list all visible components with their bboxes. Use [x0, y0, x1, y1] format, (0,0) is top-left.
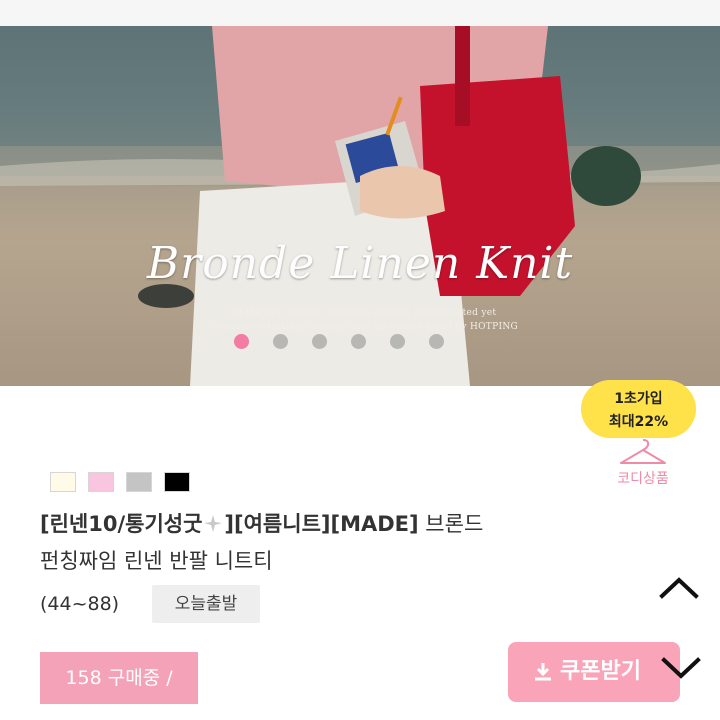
- product-title-line1: [린넨10/통기성굿 ][여름니트][MADE] 브론드: [40, 508, 483, 538]
- product-title-rest: 브론드: [418, 512, 484, 536]
- coupon-download-button[interactable]: 쿠폰받기: [508, 642, 680, 702]
- slide-dot-5[interactable]: [390, 334, 405, 349]
- product-banner[interactable]: Bronde Linen Knit in the new season, car…: [0, 26, 720, 386]
- slide-dot-6[interactable]: [429, 334, 444, 349]
- slide-dot-3[interactable]: [312, 334, 327, 349]
- size-range: (44~88): [40, 593, 120, 615]
- swatch-gray[interactable]: [126, 472, 152, 492]
- banner-title: Bronde Linen Knit: [146, 238, 574, 289]
- shipping-badge: 오늘출발: [152, 585, 260, 623]
- swatch-black[interactable]: [164, 472, 190, 492]
- slide-dot-2[interactable]: [273, 334, 288, 349]
- swatch-pink[interactable]: [88, 472, 114, 492]
- banner-photo: [0, 26, 720, 386]
- product-title-bold-tail: ][여름니트][MADE]: [224, 512, 419, 536]
- sparkle-icon: [204, 515, 223, 532]
- slide-dot-4[interactable]: [351, 334, 366, 349]
- download-icon: [535, 663, 551, 681]
- product-title-line2: 펀칭짜임 린넨 반팔 니트티: [40, 549, 273, 573]
- chevron-up-icon[interactable]: [658, 574, 700, 602]
- product-title-bold: [린넨10/통기성굿: [40, 512, 203, 536]
- slide-indicator: [234, 334, 444, 350]
- signup-promo-line1: 1초가입: [614, 391, 663, 407]
- buyers-count-badge: 158 구매중 /: [40, 652, 198, 704]
- signup-promo-badge[interactable]: 1초가입 최대22%: [581, 380, 696, 438]
- color-swatches: [50, 472, 190, 492]
- swatch-cream[interactable]: [50, 472, 76, 492]
- hanger-icon[interactable]: [617, 436, 669, 470]
- banner-subtitle-line1: in the new season, cardigan suggest soph…: [233, 308, 497, 318]
- codi-products-link[interactable]: 코디상품: [603, 468, 683, 488]
- top-strip: [0, 0, 720, 26]
- slide-dot-1[interactable]: [234, 334, 249, 349]
- coupon-button-label: 쿠폰받기: [560, 659, 641, 684]
- chevron-down-icon[interactable]: [660, 654, 702, 682]
- signup-promo-line2: 최대22%: [608, 414, 669, 430]
- banner-subtitle-line2: urban coordination clothing that all wom…: [211, 322, 518, 332]
